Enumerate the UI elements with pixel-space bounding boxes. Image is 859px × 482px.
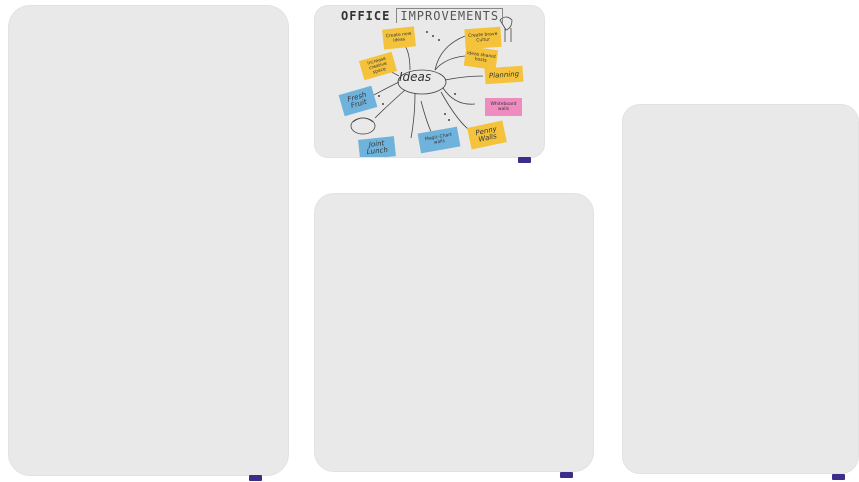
marker-icon bbox=[832, 474, 845, 480]
sticky-note: Whiteboard walls bbox=[485, 98, 522, 116]
whiteboard-tall-left bbox=[8, 5, 289, 476]
marker-icon bbox=[518, 157, 531, 163]
center-node: Ideas bbox=[399, 70, 432, 84]
whiteboard-square bbox=[314, 193, 594, 472]
sticky-note: Planning bbox=[484, 65, 524, 85]
mindmap-title: OFFICE IMPROVEMENTS bbox=[341, 8, 504, 23]
whiteboard-tall-right bbox=[622, 104, 859, 474]
whiteboard-mindmap: OFFICE IMPROVEMENTS Ideas Create new idea… bbox=[314, 5, 545, 158]
sticky-note: ideas shared hosts bbox=[463, 45, 499, 71]
marker-icon bbox=[560, 472, 573, 478]
sticky-note: Joint Lunch bbox=[358, 136, 396, 157]
title-part-improvements: IMPROVEMENTS bbox=[396, 8, 504, 23]
sticky-note: Create new ideas bbox=[382, 26, 416, 50]
marker-icon bbox=[249, 475, 262, 481]
title-part-office: OFFICE bbox=[341, 9, 391, 23]
